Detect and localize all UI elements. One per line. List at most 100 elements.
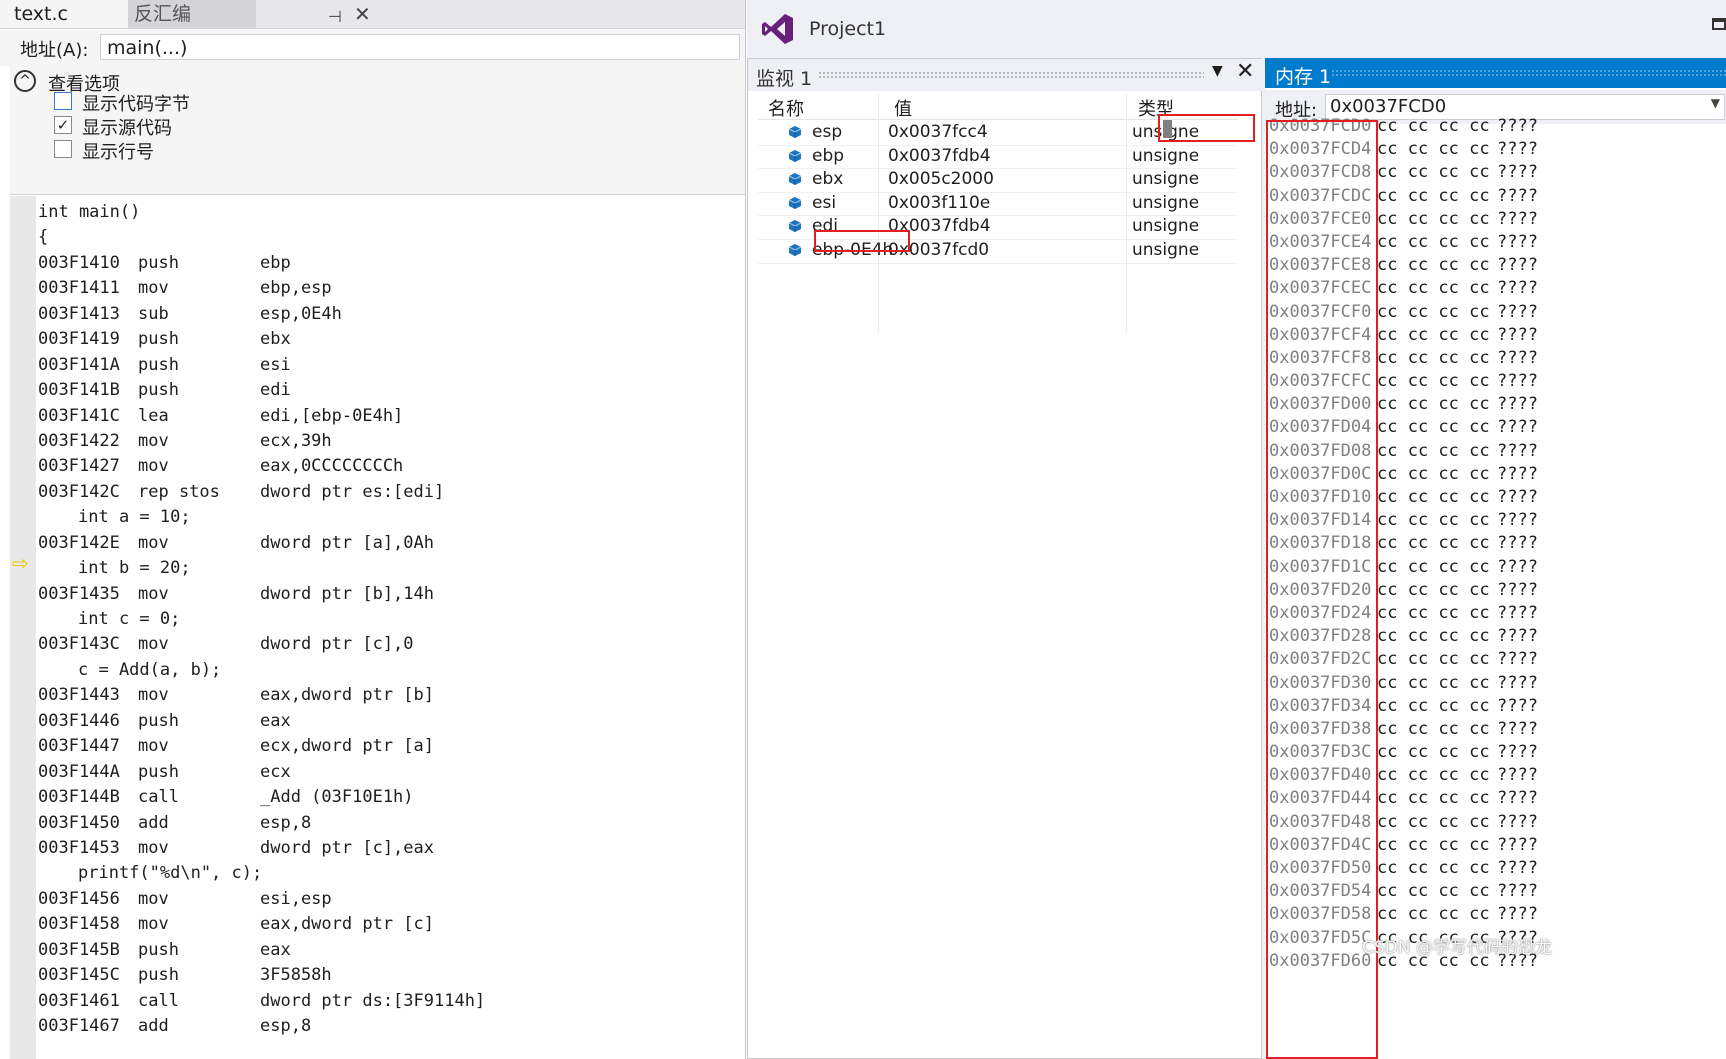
asm-line[interactable]: 003F145B push eax [38, 938, 738, 963]
asm-line[interactable]: 003F144A push ecx [38, 760, 738, 785]
memory-bytes[interactable]: cc cc cc cc [1377, 602, 1490, 625]
asm-line[interactable]: 003F1467 add esp,8 [38, 1014, 738, 1039]
asm-line[interactable]: 003F1458 mov eax,dword ptr [c] [38, 912, 738, 937]
memory-bytes[interactable]: cc cc cc cc [1377, 764, 1490, 787]
source-line[interactable]: int a = 10; [38, 505, 738, 530]
watch-name: ebx [812, 169, 844, 190]
source-line[interactable]: c = Add(a, b); [38, 658, 738, 683]
watch-row[interactable]: ebp 0x0037fdb4 unsignec [758, 145, 1238, 170]
memory-bytes[interactable]: cc cc cc cc [1377, 208, 1490, 231]
memory-bytes[interactable]: cc cc cc cc [1377, 324, 1490, 347]
memory-bytes[interactable]: cc cc cc cc [1377, 416, 1490, 439]
checkbox-show-source-code[interactable]: ✓ [54, 116, 72, 134]
source-line[interactable]: int c = 0; [38, 607, 738, 632]
memory-bytes[interactable]: cc cc cc cc [1377, 277, 1490, 300]
source-line[interactable]: printf("%d\n", c); [38, 861, 738, 886]
watch-value[interactable]: 0x003f110e [888, 193, 990, 213]
memory-bytes[interactable]: cc cc cc cc [1377, 903, 1490, 926]
asm-line[interactable]: 003F1419 push ebx [38, 327, 738, 352]
memory-bytes[interactable]: cc cc cc cc [1377, 463, 1490, 486]
memory-bytes[interactable]: cc cc cc cc [1377, 254, 1490, 277]
column-header-name[interactable]: 名称 [768, 95, 804, 121]
memory-bytes[interactable]: cc cc cc cc [1377, 185, 1490, 208]
memory-bytes[interactable]: cc cc cc cc [1377, 880, 1490, 903]
asm-line[interactable]: 003F141C lea edi,[ebp-0E4h] [38, 404, 738, 429]
memory-bytes[interactable]: cc cc cc cc [1377, 695, 1490, 718]
memory-bytes[interactable]: cc cc cc cc [1377, 138, 1490, 161]
drag-grip[interactable] [818, 71, 1204, 79]
memory-bytes[interactable]: cc cc cc cc [1377, 834, 1490, 857]
watch-value[interactable]: 0x005c2000 [888, 169, 994, 189]
watch-value[interactable]: 0x0037fcc4 [888, 122, 988, 142]
collapse-chevron-icon[interactable]: ^ [14, 70, 36, 92]
checkbox-show-line-numbers[interactable] [54, 140, 72, 158]
checkbox-show-code-bytes[interactable] [54, 92, 72, 110]
address-input[interactable]: main(...) [100, 34, 740, 60]
asm-line[interactable]: 003F1435 mov dword ptr [b],14h [38, 582, 738, 607]
memory-bytes[interactable]: cc cc cc cc [1377, 486, 1490, 509]
asm-line[interactable]: 003F142E mov dword ptr [a],0Ah [38, 531, 738, 556]
asm-mnemonic: mov [138, 736, 169, 757]
memory-bytes[interactable]: cc cc cc cc [1377, 648, 1490, 671]
memory-bytes[interactable]: cc cc cc cc [1377, 811, 1490, 834]
asm-line[interactable]: 003F1427 mov eax,0CCCCCCCCh [38, 454, 738, 479]
asm-line[interactable]: 003F141B push edi [38, 378, 738, 403]
asm-line[interactable]: 003F1456 mov esi,esp [38, 887, 738, 912]
asm-line[interactable]: 003F1446 push eax [38, 709, 738, 734]
pin-icon[interactable]: ⊣ [328, 3, 342, 31]
source-line[interactable]: int b = 20; [38, 556, 738, 581]
asm-line[interactable]: 003F1450 add esp,8 [38, 811, 738, 836]
disassembly-pane: text.c 反汇编 ⊣ ✕ 地址(A): main(...) ^ 查看选项 显… [0, 0, 746, 1059]
asm-line[interactable]: 003F144B call _Add (03F10E1h) [38, 785, 738, 810]
source-line[interactable]: { [38, 225, 738, 250]
memory-bytes[interactable]: cc cc cc cc [1377, 301, 1490, 324]
memory-bytes[interactable]: cc cc cc cc [1377, 625, 1490, 648]
memory-bytes[interactable]: cc cc cc cc [1377, 440, 1490, 463]
asm-line[interactable]: 003F1422 mov ecx,39h [38, 429, 738, 454]
asm-line[interactable]: 003F142C rep stos dword ptr es:[edi] [38, 480, 738, 505]
tab-disassembly[interactable]: 反汇编 ⊣ ✕ [128, 0, 371, 28]
asm-line[interactable]: 003F1443 mov eax,dword ptr [b] [38, 683, 738, 708]
memory-bytes[interactable]: cc cc cc cc [1377, 672, 1490, 695]
memory-bytes[interactable]: cc cc cc cc [1377, 532, 1490, 555]
memory-bytes[interactable]: cc cc cc cc [1377, 370, 1490, 393]
memory-chars: ???? [1497, 742, 1538, 763]
asm-address: 003F142C [38, 481, 120, 502]
memory-bytes[interactable]: cc cc cc cc [1377, 579, 1490, 602]
column-header-value[interactable]: 值 [894, 95, 912, 121]
disassembly-code[interactable]: int main() {003F1410 push ebp 003F1411 mov ebp… [38, 200, 738, 1039]
drag-grip[interactable] [1331, 69, 1726, 77]
asm-line[interactable]: 003F143C mov dword ptr [c],0 [38, 632, 738, 657]
memory-bytes[interactable]: cc cc cc cc [1377, 393, 1490, 416]
watch-row[interactable]: ebx 0x005c2000 unsignec [758, 168, 1238, 193]
asm-line[interactable]: 003F1411 mov ebp,esp [38, 276, 738, 301]
memory-bytes[interactable]: cc cc cc cc [1377, 161, 1490, 184]
memory-bytes[interactable]: cc cc cc cc [1377, 787, 1490, 810]
memory-bytes[interactable]: cc cc cc cc [1377, 115, 1490, 138]
dropdown-arrow-icon[interactable]: ▼ [1212, 63, 1223, 79]
memory-bytes[interactable]: cc cc cc cc [1377, 347, 1490, 370]
memory-bytes[interactable]: cc cc cc cc [1377, 231, 1490, 254]
tab-text-c[interactable]: text.c [0, 0, 128, 28]
source-line[interactable]: int main() [38, 200, 738, 225]
memory-bytes[interactable]: cc cc cc cc [1377, 556, 1490, 579]
asm-line[interactable]: 003F1461 call dword ptr ds:[3F9114h] [38, 989, 738, 1014]
asm-line[interactable]: 003F141A push esi [38, 353, 738, 378]
memory-bytes[interactable]: cc cc cc cc [1377, 509, 1490, 532]
close-icon[interactable]: ✕ [1236, 59, 1254, 84]
asm-line[interactable]: 003F145C push 3F5858h [38, 963, 738, 988]
restore-window-icon[interactable] [1712, 18, 1726, 30]
code-gutter[interactable] [10, 196, 36, 1059]
close-icon[interactable]: ✕ [354, 0, 371, 28]
asm-line[interactable]: 003F1413 sub esp,0E4h [38, 302, 738, 327]
memory-chars: ???? [1497, 649, 1538, 670]
asm-line[interactable]: 003F1453 mov dword ptr [c],eax [38, 836, 738, 861]
memory-bytes[interactable]: cc cc cc cc [1377, 741, 1490, 764]
memory-bytes[interactable]: cc cc cc cc [1377, 718, 1490, 741]
chevron-down-icon[interactable]: ▼ [1711, 96, 1720, 110]
memory-bytes[interactable]: cc cc cc cc [1377, 857, 1490, 880]
asm-line[interactable]: 003F1447 mov ecx,dword ptr [a] [38, 734, 738, 759]
watch-value[interactable]: 0x0037fdb4 [888, 146, 991, 166]
watch-row[interactable]: esi 0x003f110e unsignec [758, 192, 1238, 217]
asm-line[interactable]: 003F1410 push ebp [38, 251, 738, 276]
